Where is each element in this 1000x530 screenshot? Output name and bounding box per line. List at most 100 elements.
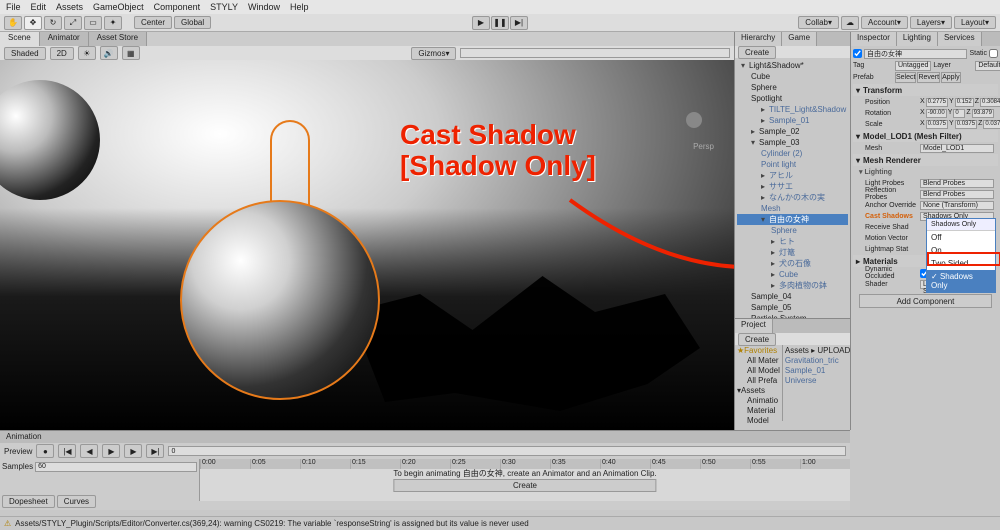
add-component-button[interactable]: Add Component — [859, 294, 992, 308]
space-toggle[interactable]: Global — [174, 16, 211, 29]
transform-tool[interactable]: ✦ — [104, 16, 122, 30]
timeline-area[interactable]: 0:000:050:100:150:200:250:300:350:400:45… — [200, 459, 850, 501]
rect-tool[interactable]: ▭ — [84, 16, 102, 30]
item-sample02[interactable]: ▸Sample_02 — [737, 126, 848, 137]
pause-button[interactable]: ❚❚ — [491, 16, 509, 30]
sel-lantern[interactable]: ▸灯篭 — [737, 247, 848, 258]
c-universe[interactable]: Universe — [785, 376, 850, 386]
project-content[interactable]: Assets ▸ UPLOAD Gravitation_tric Sample_… — [783, 345, 852, 421]
gizmos-dropdown[interactable]: Gizmos ▾ — [411, 47, 456, 60]
breadcrumb[interactable]: Assets ▸ UPLOAD — [785, 346, 850, 356]
fav-model[interactable]: All Model — [737, 366, 780, 376]
item-sample04[interactable]: Sample_04 — [737, 291, 848, 302]
prefab-select[interactable]: Select — [895, 72, 916, 83]
menu-assets[interactable]: Assets — [56, 2, 83, 12]
prefab-apply[interactable]: Apply — [941, 72, 961, 83]
menu-file[interactable]: File — [6, 2, 21, 12]
sel-hito[interactable]: ▸ヒト — [737, 236, 848, 247]
tab-game[interactable]: Game — [782, 32, 817, 46]
collab-dropdown[interactable]: Collab ▾ — [798, 16, 839, 29]
transform-header[interactable]: ▾ Transform — [853, 84, 998, 96]
shading-mode[interactable]: Shaded — [4, 47, 46, 60]
a-mat[interactable]: Material — [737, 406, 780, 416]
item-title[interactable]: ▸TILTE_Light&Shadow — [737, 104, 848, 115]
audio-icon[interactable]: 🔊 — [100, 46, 118, 60]
s3-sasae[interactable]: ▸ササエ — [737, 181, 848, 192]
curves-tab[interactable]: Curves — [57, 495, 96, 508]
layout-dropdown[interactable]: Layout ▾ — [954, 16, 996, 29]
pos-z[interactable]: 0.3084 — [980, 98, 1000, 107]
selected-object[interactable]: ▾自由の女神 — [737, 214, 848, 225]
account-dropdown[interactable]: Account ▾ — [861, 16, 908, 29]
preview-label[interactable]: Preview — [4, 447, 32, 456]
frame-field[interactable]: 0 — [168, 446, 846, 456]
static-checkbox[interactable] — [989, 49, 998, 58]
fav-mat[interactable]: All Mater — [737, 356, 780, 366]
item-sample01[interactable]: ▸Sample_01 — [737, 115, 848, 126]
anim-last[interactable]: ▶| — [146, 444, 164, 458]
hand-tool[interactable]: ✋ — [4, 16, 22, 30]
create-clip-button[interactable]: Create — [393, 479, 656, 492]
tab-project[interactable]: Project — [735, 319, 773, 333]
s3-pointlight[interactable]: Point light — [737, 159, 848, 170]
status-bar[interactable]: ⚠ Assets/STYLY_Plugin/Scripts/Editor/Con… — [0, 516, 1000, 530]
menu-gameobject[interactable]: GameObject — [93, 2, 144, 12]
project-create[interactable]: Create — [738, 333, 776, 346]
fx-icon[interactable]: ▦ — [122, 46, 140, 60]
c-grav[interactable]: Gravitation_tric — [785, 356, 850, 366]
anim-first[interactable]: |◀ — [58, 444, 76, 458]
s3-mesh[interactable]: Mesh — [737, 203, 848, 214]
tab-services[interactable]: Services — [938, 32, 982, 46]
mesh-field[interactable]: Model_LOD1 — [920, 144, 994, 153]
option-off[interactable]: Off — [927, 231, 995, 244]
option-shadowsonly[interactable]: ✓ Shadows Only — [927, 270, 995, 292]
tab-animator[interactable]: Animator — [40, 32, 89, 46]
anim-next[interactable]: ▶ — [124, 444, 142, 458]
s3-cylinder[interactable]: Cylinder (2) — [737, 148, 848, 159]
scl-z[interactable]: 0.0375 — [983, 120, 1000, 129]
item-sample03[interactable]: ▾Sample_03 — [737, 137, 848, 148]
move-tool[interactable]: ✥ — [24, 16, 42, 30]
a-model[interactable]: Model — [737, 416, 780, 426]
prefab-revert[interactable]: Revert — [917, 72, 940, 83]
s3-nut[interactable]: ▸なんかの木の実 — [737, 192, 848, 203]
layer-dropdown[interactable]: Default — [975, 61, 1000, 71]
item-spotlight[interactable]: Spotlight — [737, 93, 848, 104]
tab-hierarchy[interactable]: Hierarchy — [735, 32, 782, 46]
scl-x[interactable]: 0.0375 — [926, 120, 948, 129]
item-sample05[interactable]: Sample_05 — [737, 302, 848, 313]
scene-viewport[interactable]: Persp Cast Shadow [Shadow Only] — [0, 60, 734, 430]
step-button[interactable]: ▶| — [510, 16, 528, 30]
project-tree[interactable]: ★Favorites All Mater All Model All Prefa… — [735, 345, 783, 421]
layers-dropdown[interactable]: Layers ▾ — [910, 16, 952, 29]
sel-dog[interactable]: ▸犬の石像 — [737, 258, 848, 269]
2d-toggle[interactable]: 2D — [50, 47, 74, 60]
menu-edit[interactable]: Edit — [31, 2, 47, 12]
scale-tool[interactable]: ⤢ — [64, 16, 82, 30]
lighting-subheader[interactable]: ▾ Lighting — [853, 167, 998, 177]
menu-help[interactable]: Help — [290, 2, 309, 12]
scene-gizmo[interactable] — [674, 100, 714, 140]
samples-field[interactable]: 60 — [35, 462, 197, 472]
projection-label[interactable]: Persp — [693, 142, 714, 151]
pivot-toggle[interactable]: Center — [134, 16, 172, 29]
hierarchy-create[interactable]: Create — [738, 46, 776, 59]
dopesheet-tab[interactable]: Dopesheet — [2, 495, 55, 508]
a-anim[interactable]: Animatio — [737, 396, 780, 406]
rot-y[interactable]: 0 — [953, 109, 965, 118]
light-icon[interactable]: ☀ — [78, 46, 96, 60]
sel-cube[interactable]: ▸Cube — [737, 269, 848, 280]
scene-search[interactable] — [460, 48, 730, 58]
menu-component[interactable]: Component — [154, 2, 201, 12]
anim-prev[interactable]: ◀ — [80, 444, 98, 458]
tab-asset-store[interactable]: Asset Store — [89, 32, 147, 46]
reflprobes-dropdown[interactable]: Blend Probes — [920, 190, 994, 199]
pos-y[interactable]: 0.152 — [955, 98, 974, 107]
tab-lighting[interactable]: Lighting — [897, 32, 938, 46]
s3-ahiru[interactable]: ▸アヒル — [737, 170, 848, 181]
object-name-field[interactable]: 自由の女神 — [864, 49, 967, 59]
item-cube[interactable]: Cube — [737, 71, 848, 82]
scene-root[interactable]: ▾Light&Shadow* — [737, 60, 848, 71]
tab-inspector[interactable]: Inspector — [851, 32, 897, 46]
anim-record[interactable]: ● — [36, 444, 54, 458]
